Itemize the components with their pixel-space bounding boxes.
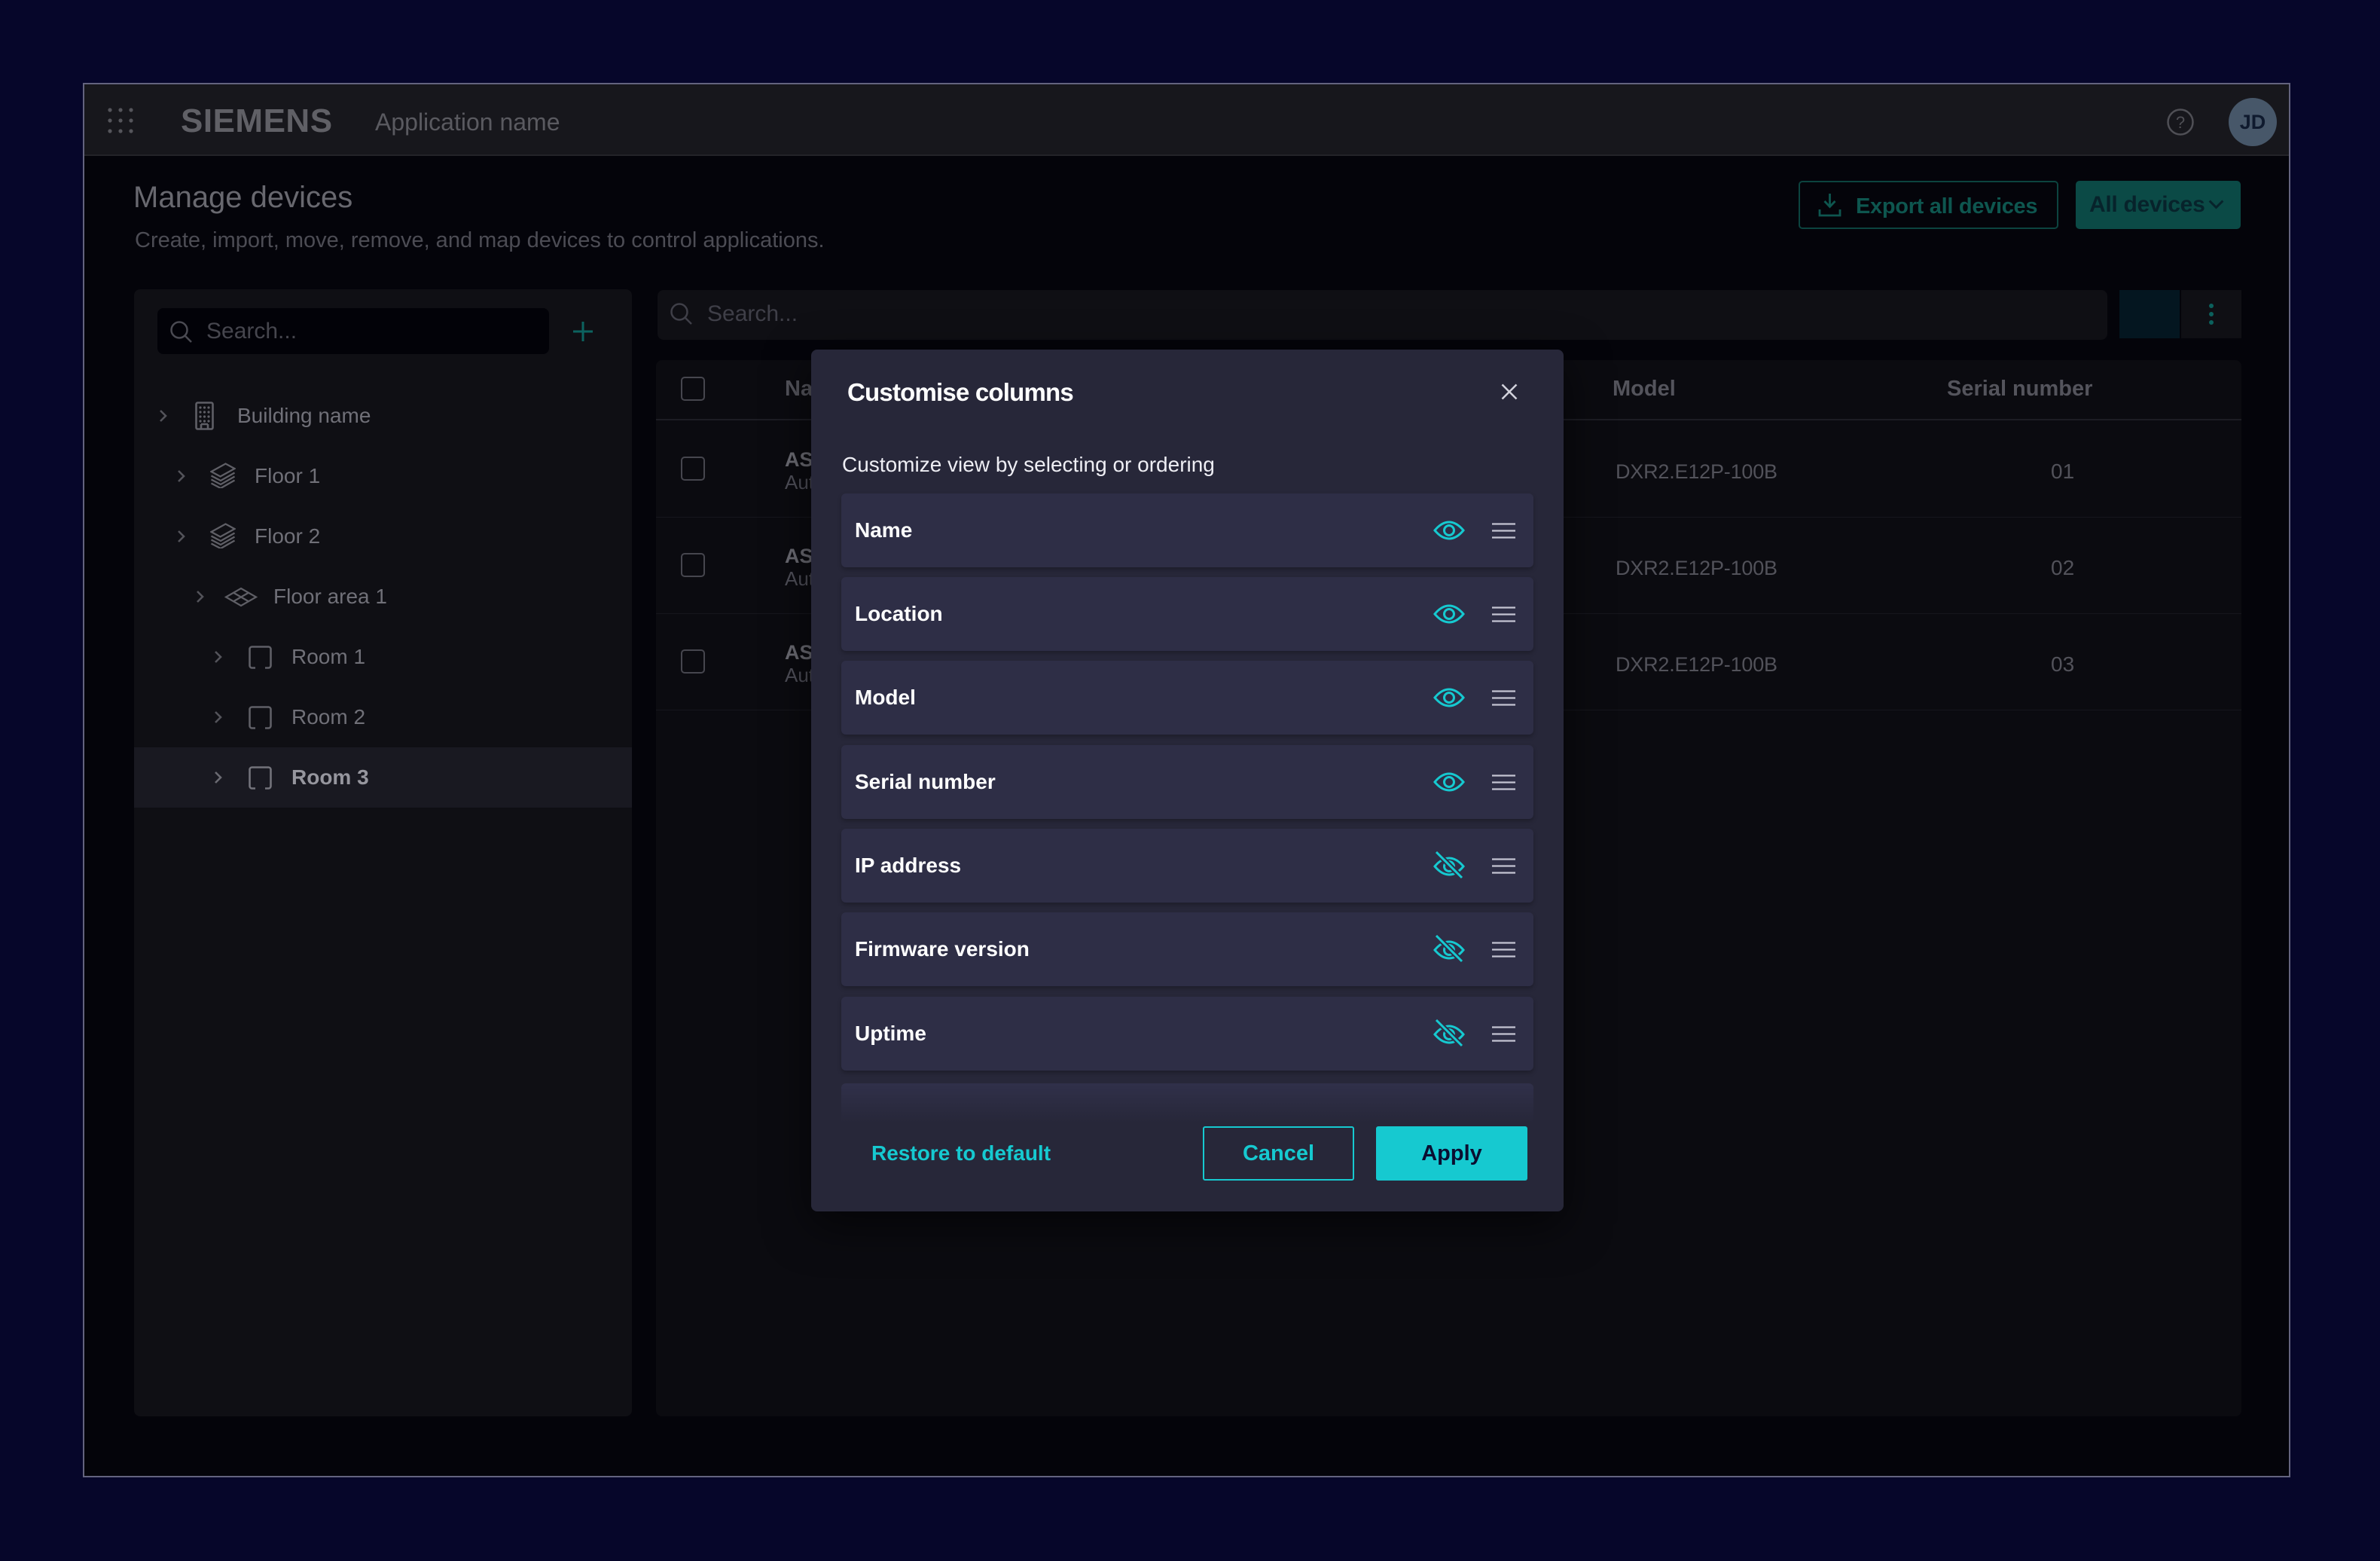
svg-text:?: ? xyxy=(2176,113,2185,132)
